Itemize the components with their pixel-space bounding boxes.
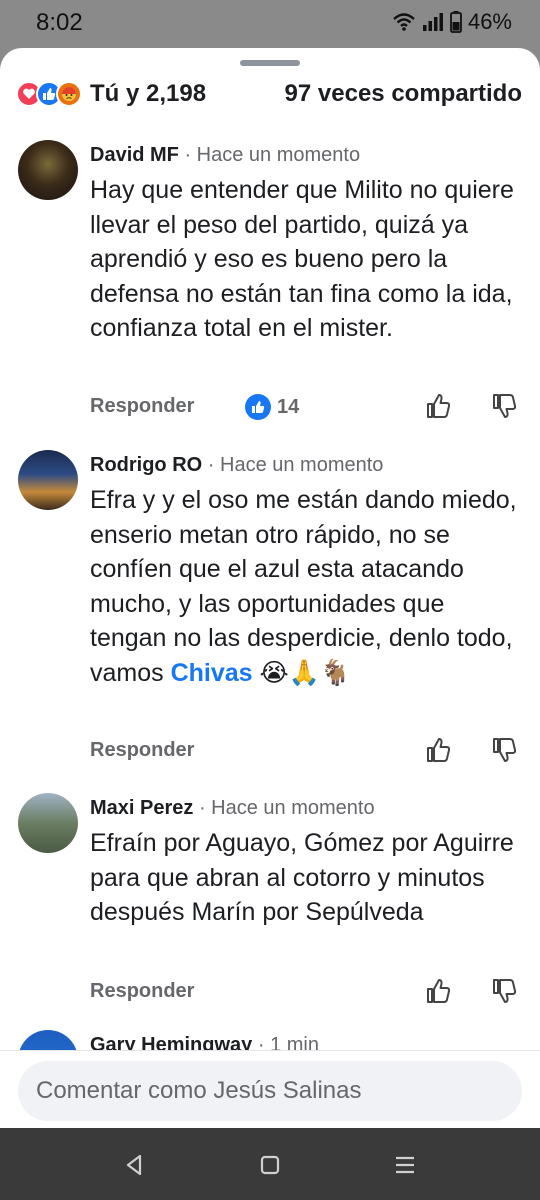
angry-icon: [56, 81, 82, 107]
reactions-summary: Tú y 2,198 97 veces compartido: [16, 76, 522, 112]
comment-item: Maxi Perez · Hace un momento Efraín por …: [0, 793, 540, 1023]
comment-meta: Maxi Perez · Hace un momento: [90, 797, 375, 820]
comment-body: Efraín por Aguayo, Gómez por Aguirre par…: [90, 829, 514, 926]
battery-level: 46%: [467, 9, 512, 34]
thumbs-up-icon[interactable]: [424, 736, 452, 764]
thumbs-down-icon[interactable]: [490, 977, 518, 1005]
comment-body: Efra y y el oso me están dando miedo, en…: [90, 483, 520, 690]
comment-input[interactable]: Comentar como Jesús Salinas: [18, 1061, 522, 1121]
back-icon[interactable]: [120, 1150, 150, 1180]
thumbs-down-icon[interactable]: [490, 392, 518, 420]
reply-button[interactable]: Responder: [90, 739, 194, 762]
mention-link[interactable]: Chivas: [171, 659, 253, 687]
share-count[interactable]: 97 veces compartido: [285, 80, 522, 108]
thumbs-up-icon[interactable]: [424, 392, 452, 420]
avatar[interactable]: [18, 140, 78, 200]
reaction-icons[interactable]: [16, 81, 82, 107]
comment-actions: Responder 14: [90, 392, 520, 422]
signal-icon: [422, 13, 443, 31]
comment-author[interactable]: David MF: [90, 144, 179, 166]
comment-author[interactable]: Rodrigo RO: [90, 454, 202, 476]
status-icons: 46%: [392, 9, 512, 35]
comment-body: Hay que entender que Milito no quiere ll…: [90, 176, 514, 342]
comment-actions: Responder: [90, 977, 520, 1007]
status-time: 8:02: [36, 9, 83, 36]
status-bar: 8:02 46%: [0, 0, 540, 48]
comment-item: Rodrigo RO · Hace un momento Efra y y el…: [0, 450, 540, 780]
comment-author[interactable]: Maxi Perez: [90, 797, 193, 819]
avatar[interactable]: [18, 793, 78, 853]
comment-emojis: 😭🙏🐐: [259, 658, 351, 687]
reaction-count[interactable]: Tú y 2,198: [90, 80, 206, 108]
wifi-icon: [393, 13, 415, 31]
like-icon: [245, 394, 271, 420]
comment-meta: Rodrigo RO · Hace un momento: [90, 454, 383, 477]
comment-composer: Comentar como Jesús Salinas: [0, 1050, 540, 1128]
thumbs-up-icon[interactable]: [424, 977, 452, 1005]
thumbs-down-icon[interactable]: [490, 736, 518, 764]
battery-icon: [450, 11, 462, 33]
navigation-bar: [0, 1128, 540, 1200]
comment-time: · Hace un momento: [207, 454, 384, 476]
comment-text: Efra y y el oso me están dando miedo, en…: [90, 486, 517, 687]
comment-meta: David MF · Hace un momento: [90, 144, 360, 167]
comments-sheet: Tú y 2,198 97 veces compartido David MF …: [0, 48, 540, 1128]
comment-actions: Responder: [90, 736, 520, 766]
like-count: 14: [277, 395, 300, 418]
home-icon[interactable]: [255, 1150, 285, 1180]
comment-item: David MF · Hace un momento Hay que enten…: [0, 140, 540, 440]
avatar[interactable]: [18, 450, 78, 510]
comment-time: · Hace un momento: [198, 797, 375, 819]
sheet-grabber[interactable]: [240, 60, 300, 66]
recents-icon[interactable]: [390, 1150, 420, 1180]
reply-button[interactable]: Responder: [90, 395, 194, 418]
comment-like-count[interactable]: 14: [245, 394, 299, 420]
reply-button[interactable]: Responder: [90, 980, 194, 1003]
comment-time: · Hace un momento: [184, 144, 361, 166]
